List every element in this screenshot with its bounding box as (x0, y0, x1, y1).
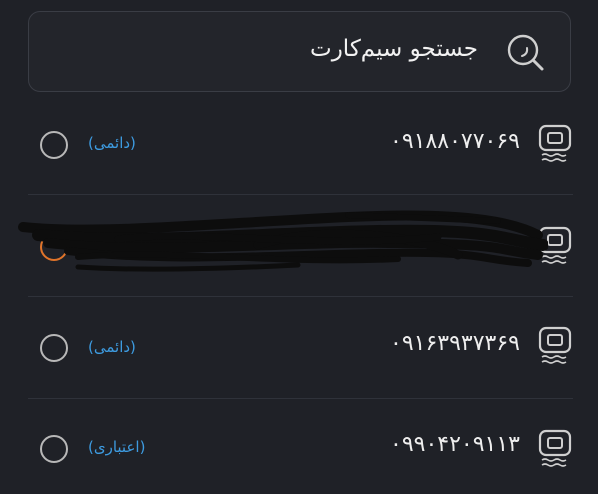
sim-row[interactable]: ۰۹۱۶۳۹۳۷۳۶۹ (دائمی) (28, 297, 573, 399)
search-placeholder: جستجو سیم‌کارت (310, 36, 478, 62)
sim-number: ۰۹۱۶۳۹۳۷۳۶۹ (390, 331, 520, 356)
sim-number: ۰۹۹۰۴۲۰۹۱۱۳ (390, 432, 520, 457)
sim-card-selector: جستجو سیم‌کارت ۰۹۱۸۸۰۷۷۰۶۹ (دائمی) (0, 0, 598, 494)
sim-number: ۰۹۱۸۸۰۷۷۰۶۹ (390, 129, 520, 154)
sim-radio-button[interactable] (40, 131, 68, 159)
sim-radio-button[interactable] (40, 334, 68, 362)
search-icon[interactable] (505, 32, 547, 74)
sim-row[interactable]: ۰۹۱۸۸۰۷۷۰۶۹ (دائمی) (28, 93, 573, 195)
sim-radio-button[interactable] (40, 435, 68, 463)
search-field[interactable]: جستجو سیم‌کارت (28, 11, 571, 92)
sim-type-label: (دائمی) (88, 134, 136, 152)
sim-card-icon (538, 124, 572, 162)
sim-type-label: (دائمی) (88, 338, 136, 356)
sim-type-label: (اعتباری) (88, 438, 146, 456)
sim-row[interactable]: ۰۹۹۰۴۲۰۹۱۱۳ (اعتباری) (28, 399, 573, 494)
redaction-scribble (18, 210, 548, 272)
sim-card-icon (538, 326, 572, 364)
sim-card-icon (538, 429, 572, 467)
